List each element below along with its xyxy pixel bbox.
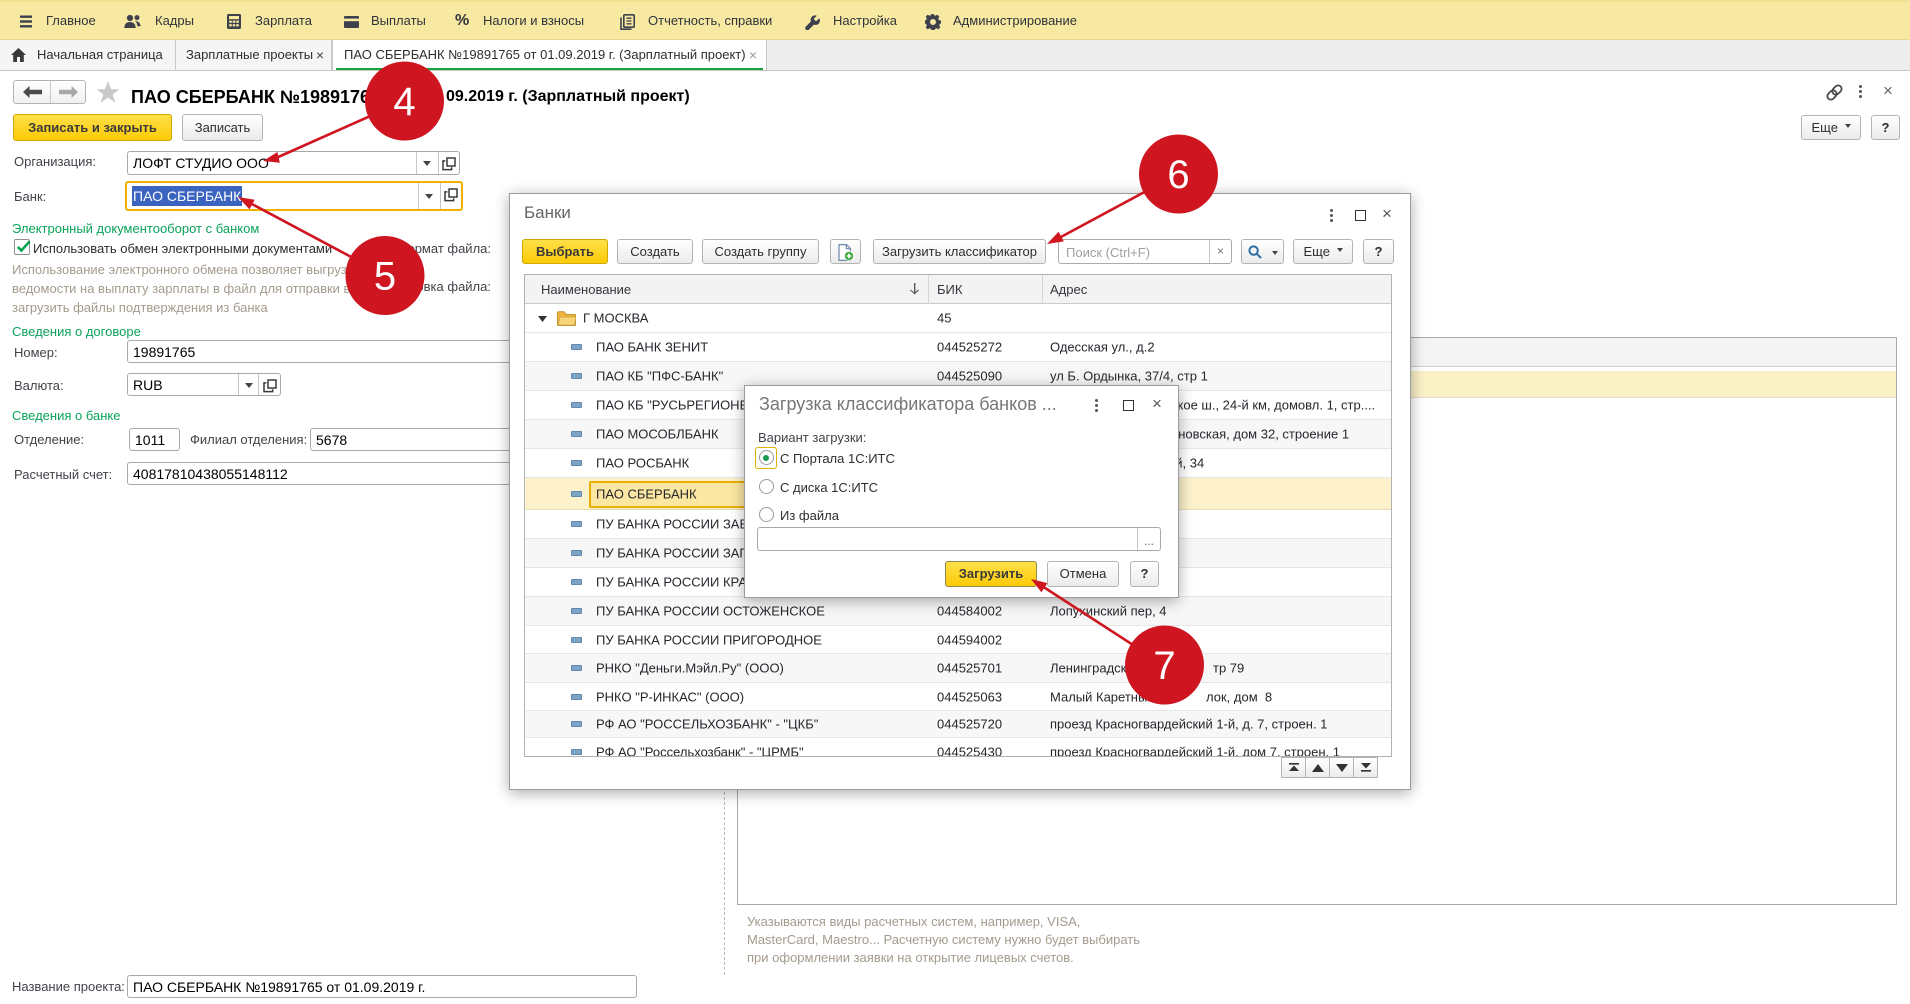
svg-text:5: 5 [374,255,396,299]
svg-text:6: 6 [1167,153,1189,197]
svg-text:7: 7 [1153,644,1175,688]
svg-text:4: 4 [393,80,415,124]
